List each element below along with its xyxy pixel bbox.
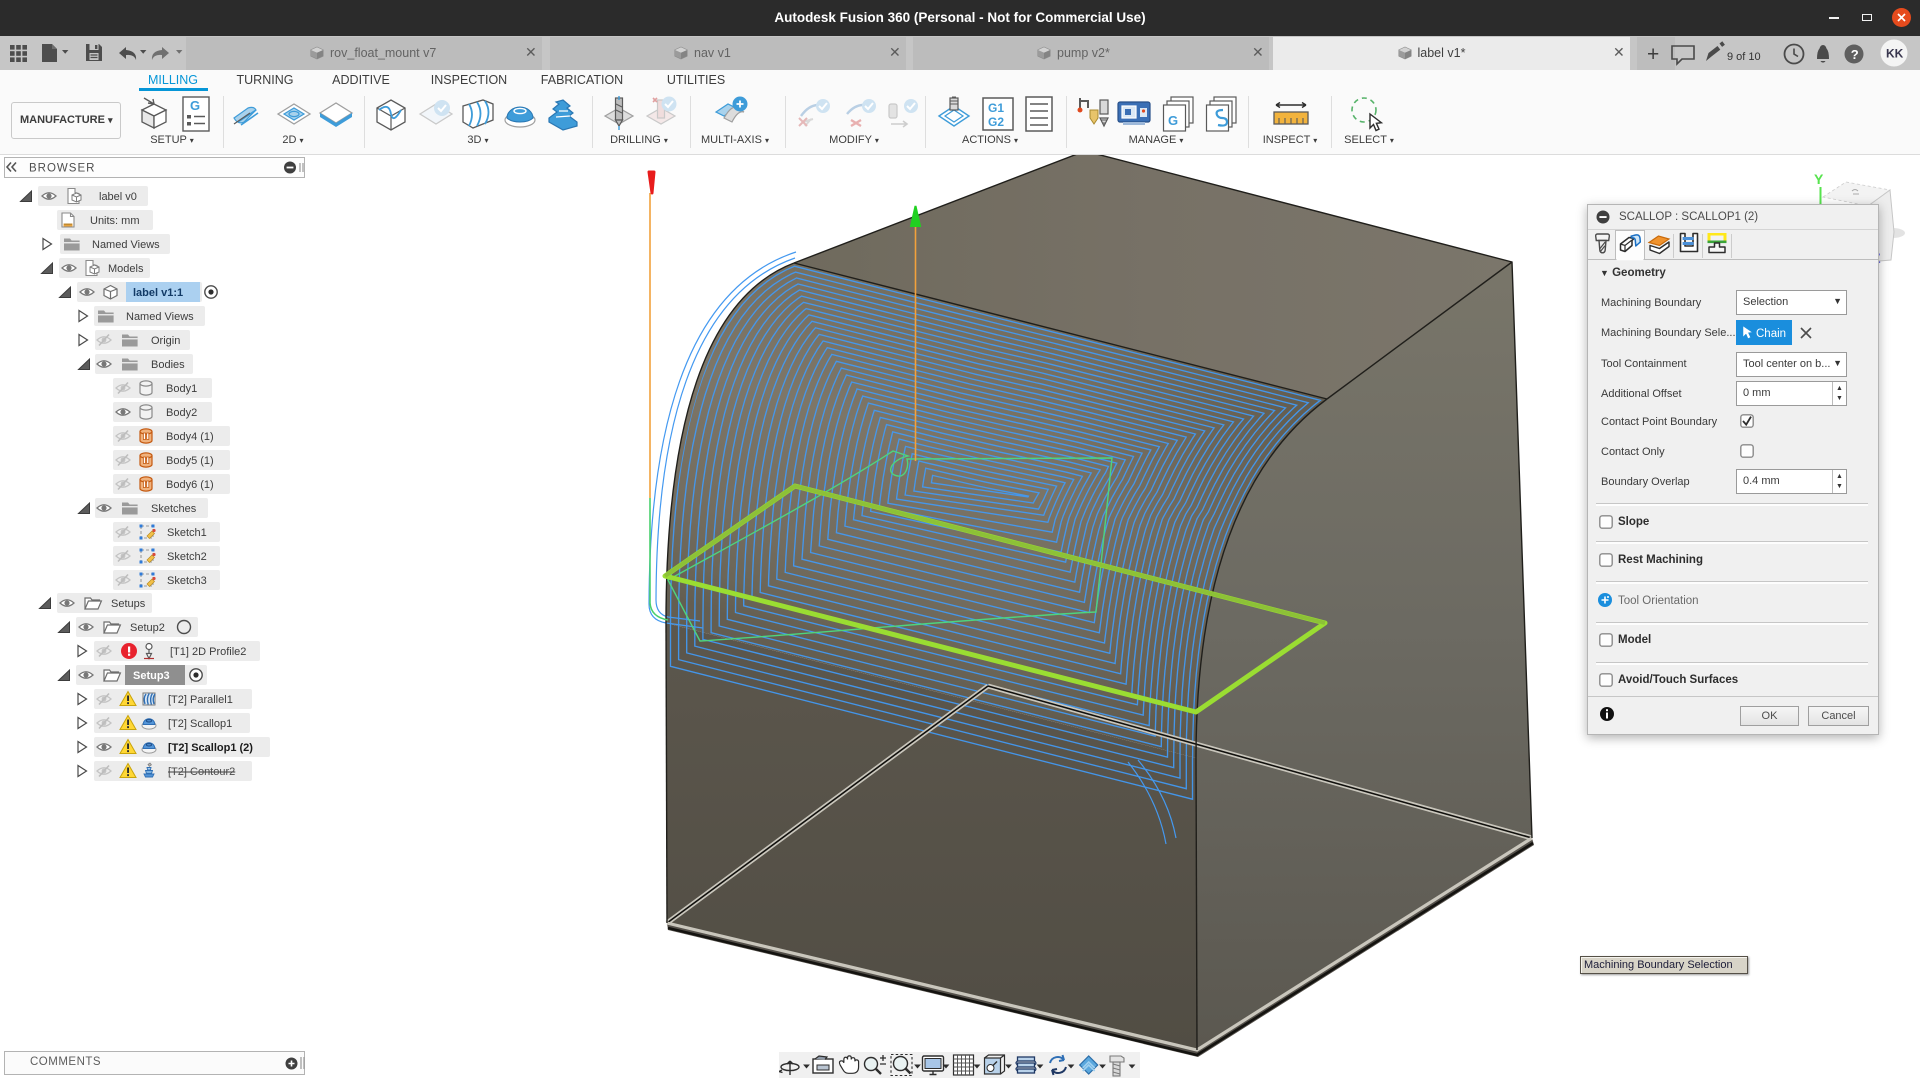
svg-text:KK: KK — [1886, 47, 1904, 61]
svg-text:Body5 (1): Body5 (1) — [166, 455, 214, 467]
svg-text:Body4 (1): Body4 (1) — [166, 431, 214, 443]
svg-text:[T1] 2D Profile2: [T1] 2D Profile2 — [170, 646, 246, 658]
svg-text:Sketch1: Sketch1 — [167, 527, 207, 539]
svg-text:Units: mm: Units: mm — [90, 215, 140, 227]
svg-text:label v0: label v0 — [99, 191, 137, 203]
svg-text:Named Views: Named Views — [126, 311, 194, 323]
svg-text:G1: G1 — [988, 101, 1004, 115]
svg-text:Body2: Body2 — [166, 407, 197, 419]
svg-text:[T2] Scallop1: [T2] Scallop1 — [168, 718, 232, 730]
svg-text:Named Views: Named Views — [92, 239, 160, 251]
svg-text:BROWSER: BROWSER — [29, 163, 95, 175]
svg-text:G: G — [1168, 113, 1178, 128]
svg-text:?: ? — [1851, 47, 1859, 62]
svg-text:label v1:1: label v1:1 — [133, 287, 183, 299]
svg-text:Sketch2: Sketch2 — [167, 551, 207, 563]
svg-text:Setups: Setups — [111, 598, 146, 610]
svg-text:Setup3: Setup3 — [133, 670, 170, 682]
svg-text:Y: Y — [1814, 171, 1824, 187]
svg-text:Origin: Origin — [151, 335, 180, 347]
svg-text:[T2] Scallop1 (2): [T2] Scallop1 (2) — [168, 742, 253, 754]
svg-text:[T2] Contour2: [T2] Contour2 — [168, 766, 235, 778]
svg-text:[T2] Parallel1: [T2] Parallel1 — [168, 694, 233, 706]
svg-text:Sketches: Sketches — [151, 503, 197, 515]
svg-text:9 of 10: 9 of 10 — [1727, 51, 1761, 63]
svg-text:Models: Models — [108, 263, 144, 275]
svg-text:Sketch3: Sketch3 — [167, 575, 207, 587]
svg-text:Bodies: Bodies — [151, 359, 185, 371]
svg-text:Body1: Body1 — [166, 383, 197, 395]
svg-text:Chain: Chain — [1756, 328, 1786, 340]
svg-text:G: G — [190, 98, 200, 113]
svg-text:Setup2: Setup2 — [130, 622, 165, 634]
svg-text:Body6 (1): Body6 (1) — [166, 479, 214, 491]
svg-text:G2: G2 — [988, 115, 1004, 129]
